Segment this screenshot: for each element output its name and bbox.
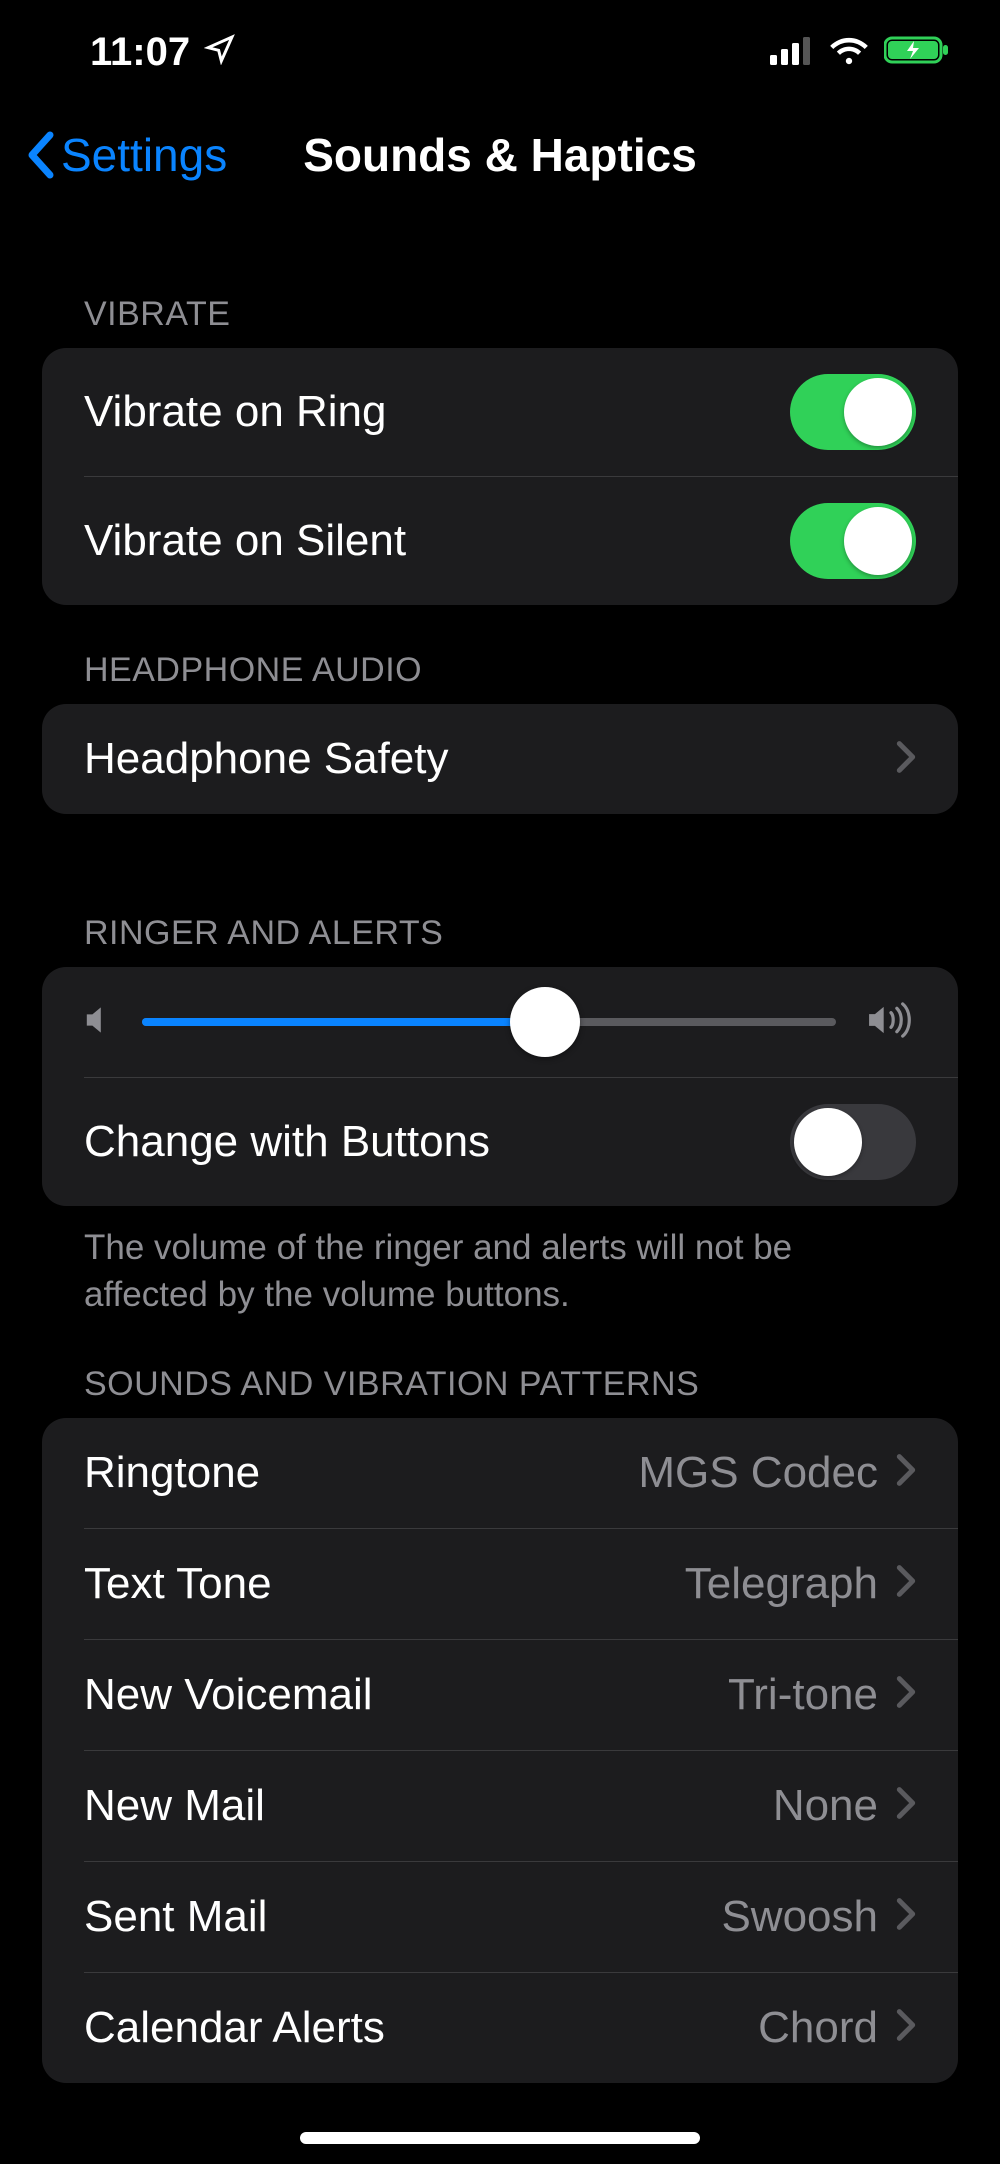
back-label: Settings — [61, 128, 227, 182]
row-vibrate-on-ring[interactable]: Vibrate on Ring — [42, 348, 958, 476]
status-bar: 11:07 — [0, 0, 1000, 85]
row-new-mail[interactable]: New Mail None — [42, 1751, 958, 1861]
row-value: Telegraph — [685, 1559, 878, 1609]
speaker-low-icon — [84, 1003, 112, 1042]
row-label: Text Tone — [84, 1559, 272, 1609]
chevron-left-icon — [25, 131, 55, 179]
section-header-headphone: Headphone Audio — [42, 605, 958, 704]
chevron-right-icon — [896, 1897, 916, 1936]
row-new-voicemail[interactable]: New Voicemail Tri-tone — [42, 1640, 958, 1750]
back-button[interactable]: Settings — [25, 128, 227, 182]
group-patterns: Ringtone MGS Codec Text Tone Telegraph New V… — [42, 1418, 958, 2083]
toggle-vibrate-on-silent[interactable] — [790, 503, 916, 579]
chevron-right-icon — [896, 1564, 916, 1603]
row-text-tone[interactable]: Text Tone Telegraph — [42, 1529, 958, 1639]
chevron-right-icon — [896, 1786, 916, 1825]
row-change-with-buttons[interactable]: Change with Buttons — [42, 1078, 958, 1206]
row-label: Vibrate on Silent — [84, 516, 406, 566]
group-ringer: Change with Buttons — [42, 967, 958, 1206]
row-value: None — [773, 1781, 878, 1831]
row-vibrate-on-silent[interactable]: Vibrate on Silent — [42, 477, 958, 605]
row-label: Change with Buttons — [84, 1117, 490, 1167]
row-headphone-safety[interactable]: Headphone Safety — [42, 704, 958, 814]
row-calendar-alerts[interactable]: Calendar Alerts Chord — [42, 1973, 958, 2083]
row-value: Tri-tone — [728, 1670, 878, 1720]
cellular-icon — [770, 30, 814, 75]
section-header-patterns: Sounds and Vibration Patterns — [42, 1319, 958, 1418]
battery-charging-icon — [884, 30, 950, 75]
group-headphone: Headphone Safety — [42, 704, 958, 814]
row-value: MGS Codec — [638, 1448, 878, 1498]
row-volume-slider[interactable] — [42, 967, 958, 1077]
row-label: Sent Mail — [84, 1892, 267, 1942]
toggle-change-with-buttons[interactable] — [790, 1104, 916, 1180]
row-ringtone[interactable]: Ringtone MGS Codec — [42, 1418, 958, 1528]
row-value: Swoosh — [721, 1892, 878, 1942]
row-label: Headphone Safety — [84, 734, 449, 784]
section-header-vibrate: Vibrate — [42, 205, 958, 348]
section-header-ringer: Ringer and Alerts — [42, 814, 958, 967]
row-label: New Mail — [84, 1781, 265, 1831]
section-footer-ringer: The volume of the ringer and alerts will… — [42, 1206, 958, 1319]
nav-bar: Settings Sounds & Haptics — [0, 85, 1000, 205]
row-label: New Voicemail — [84, 1670, 373, 1720]
location-icon — [204, 30, 236, 75]
group-vibrate: Vibrate on Ring Vibrate on Silent — [42, 348, 958, 605]
chevron-right-icon — [896, 2008, 916, 2047]
row-value: Chord — [758, 2003, 878, 2053]
home-indicator[interactable] — [300, 2132, 700, 2144]
chevron-right-icon — [896, 1453, 916, 1492]
chevron-right-icon — [896, 740, 916, 779]
chevron-right-icon — [896, 1675, 916, 1714]
toggle-vibrate-on-ring[interactable] — [790, 374, 916, 450]
volume-slider[interactable] — [142, 1018, 836, 1026]
speaker-high-icon — [866, 1001, 916, 1044]
row-sent-mail[interactable]: Sent Mail Swoosh — [42, 1862, 958, 1972]
row-label: Ringtone — [84, 1448, 260, 1498]
slider-thumb[interactable] — [510, 987, 580, 1057]
status-time: 11:07 — [90, 30, 190, 75]
wifi-icon — [828, 30, 870, 75]
row-label: Calendar Alerts — [84, 2003, 385, 2053]
row-label: Vibrate on Ring — [84, 387, 387, 437]
